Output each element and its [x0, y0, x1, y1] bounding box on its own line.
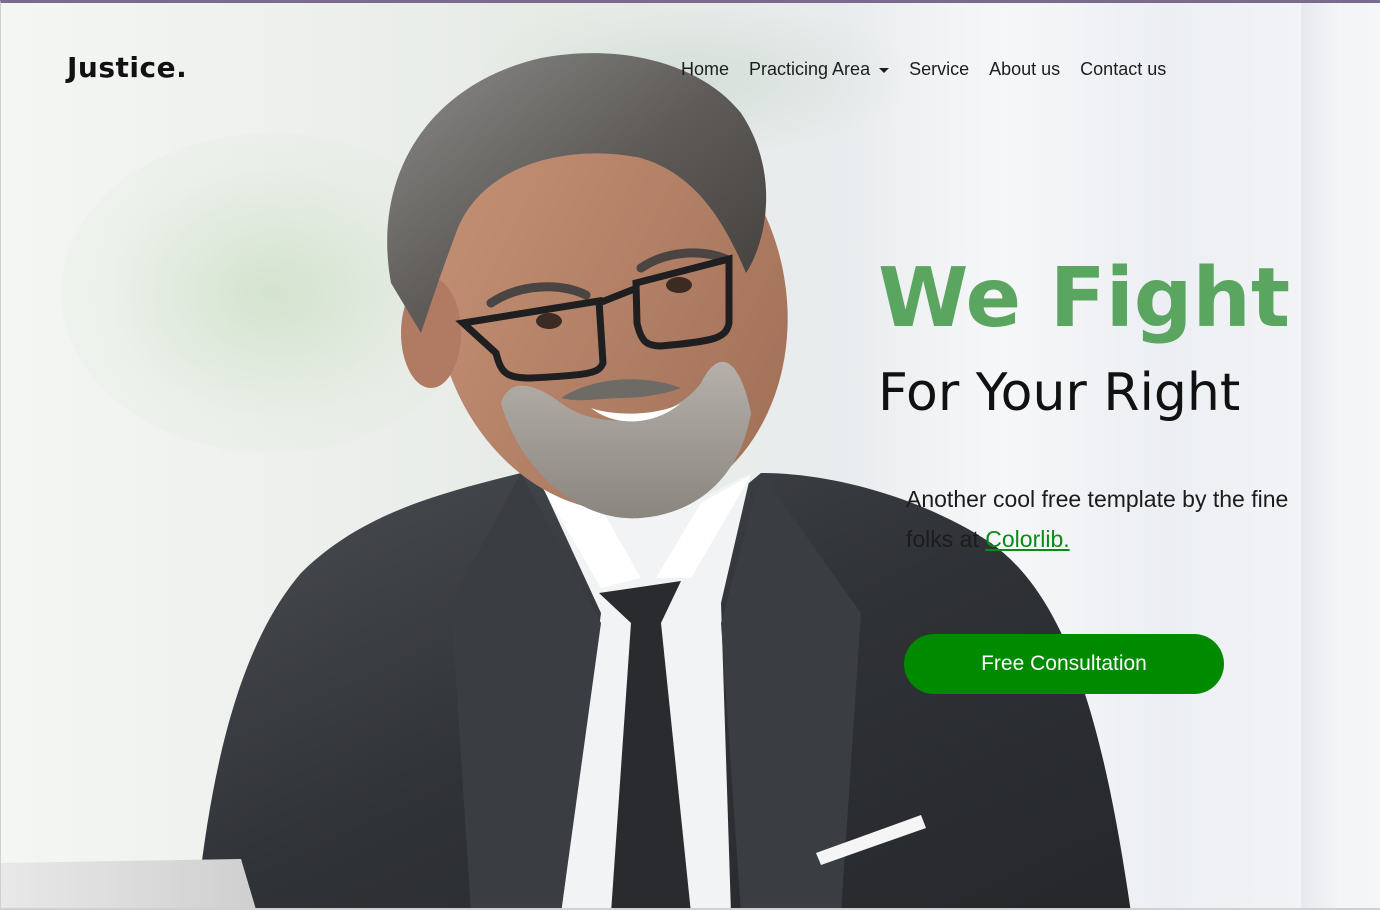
hero-tagline: Another cool free template by the fine f… [906, 479, 1326, 559]
browser-viewport: Justice. Home Practicing Area Service Ab… [0, 0, 1380, 910]
nav-link-contact[interactable]: Contact us [1080, 59, 1166, 80]
caret-down-icon [879, 68, 890, 73]
nav-menu: Home Practicing Area Service About us Co… [681, 59, 1186, 80]
laptop [1, 859, 256, 908]
nav-link-contact-label: Contact us [1080, 59, 1167, 79]
nav-link-home-label: Home [681, 59, 730, 79]
free-consultation-button[interactable]: Free Consultation [904, 634, 1224, 694]
hero-title: We Fight [878, 251, 1291, 346]
nav-link-about-label: About us [989, 59, 1061, 79]
hero-section [1, 3, 1380, 908]
nav-link-practicing-area-label: Practicing Area [749, 59, 871, 79]
colorlib-link[interactable]: Colorlib. [985, 526, 1069, 552]
nav-link-practicing-area[interactable]: Practicing Area [749, 59, 890, 80]
nav-link-service[interactable]: Service [909, 59, 969, 80]
hero-tagline-text: Another cool free template by the fine f… [906, 486, 1289, 552]
brand-logo[interactable]: Justice. [67, 51, 187, 84]
nav-link-about[interactable]: About us [989, 59, 1060, 80]
nav-link-service-label: Service [909, 59, 970, 79]
nav-link-home[interactable]: Home [681, 59, 729, 80]
hero-photo-lawyer [1, 53, 1131, 908]
top-navbar: Justice. Home Practicing Area Service Ab… [1, 3, 1380, 133]
hero-subtitle: For Your Right [878, 363, 1241, 423]
